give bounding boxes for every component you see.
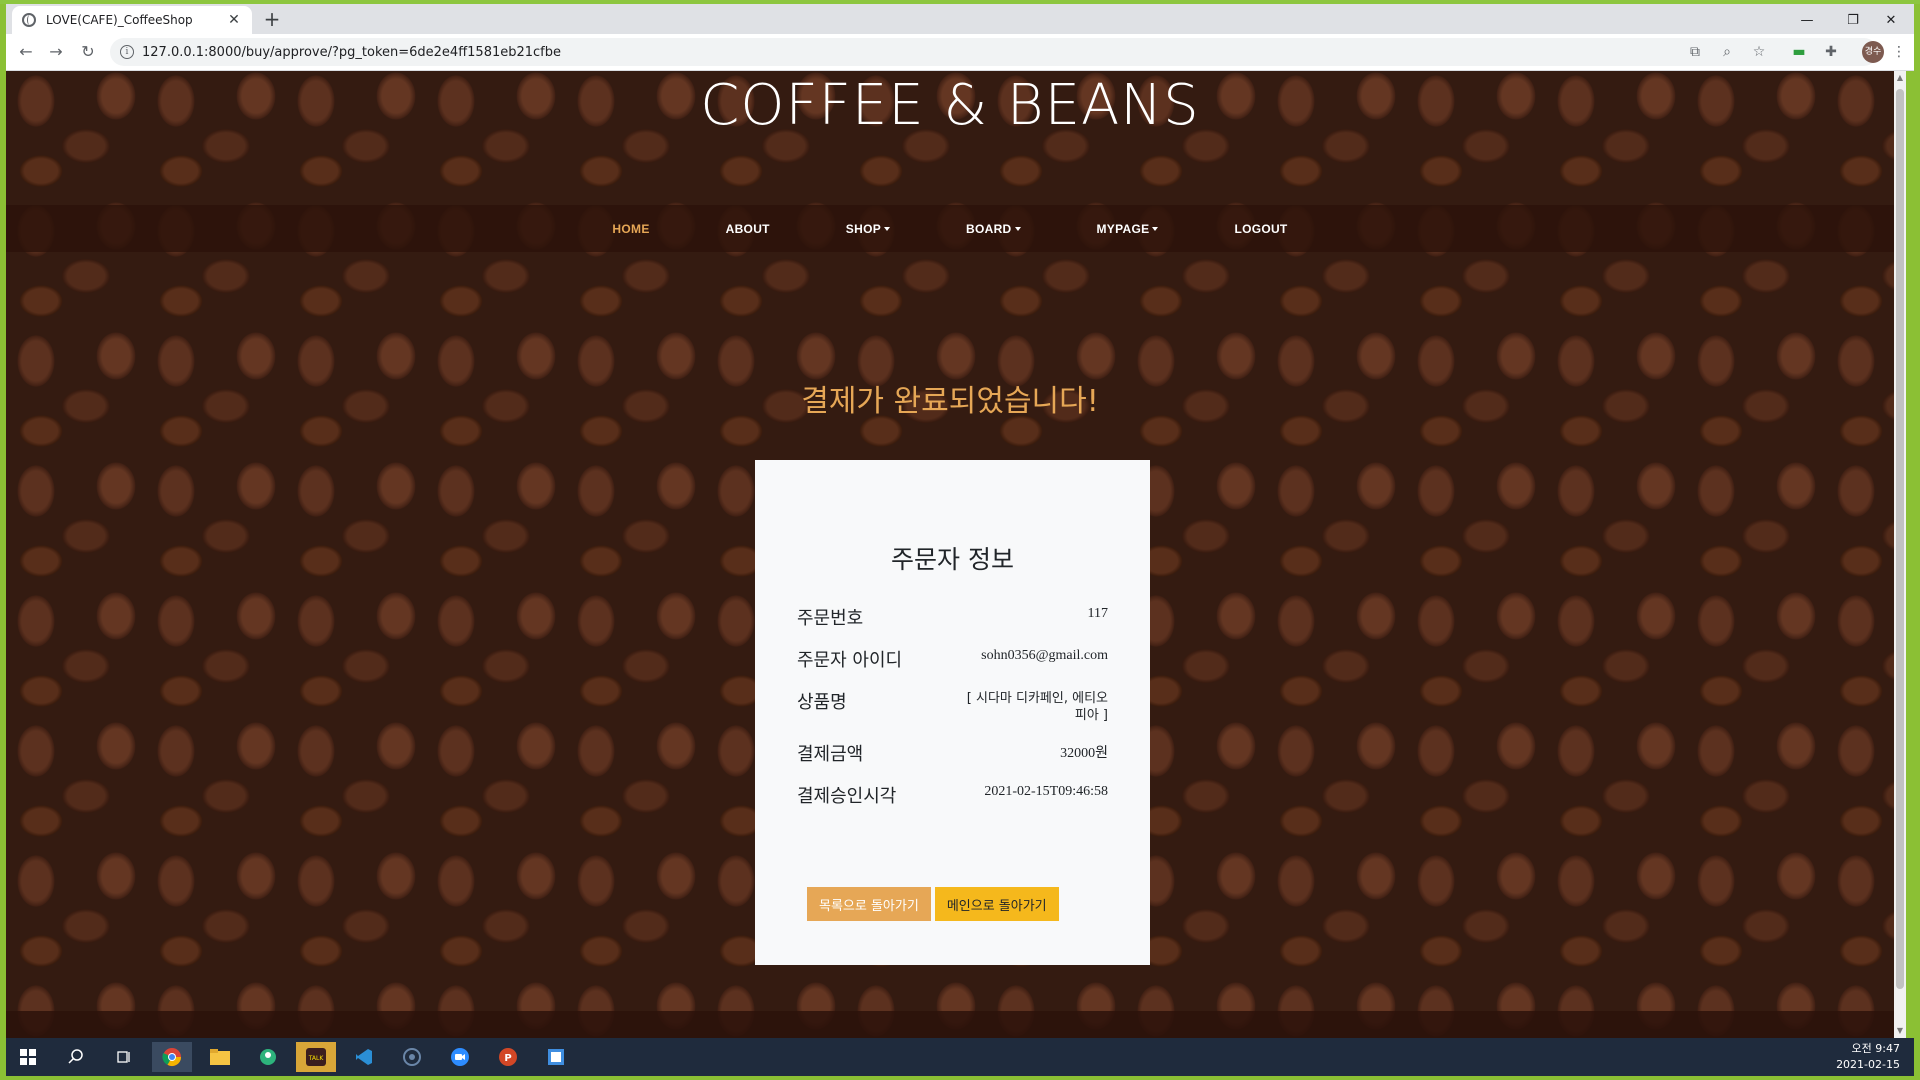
forward-arrow-icon[interactable]: → (44, 40, 68, 64)
maps-app-icon[interactable] (248, 1042, 288, 1072)
payment-amount-row: 결제금액 32000원 (797, 740, 1108, 766)
row-value: [ 시다마 디카페인, 에티오피아 ] (966, 691, 1108, 723)
row-label: 결제금액 (797, 744, 864, 765)
db-tool-icon[interactable] (392, 1042, 432, 1072)
nav-mypage[interactable]: MYPAGE (1097, 222, 1159, 236)
browser-tab[interactable]: LOVE(CAFE)_CoffeeShop ✕ (12, 6, 252, 34)
reload-icon[interactable]: ↻ (76, 40, 100, 64)
windows-taskbar: TALK P 오전 9:47 2021-02-15 (6, 1038, 1914, 1076)
nav-home[interactable]: HOME (612, 222, 649, 236)
nav-logout[interactable]: LOGOUT (1234, 222, 1287, 236)
globe-icon (22, 13, 36, 27)
bookmark-star-icon[interactable]: ☆ (1750, 43, 1768, 61)
browser-toolbar: ← → ↻ i 127.0.0.1:8000/buy/approve/?pg_t… (6, 34, 1914, 71)
back-to-list-button[interactable]: 목록으로 돌아가기 (807, 887, 931, 921)
product-name-row: 상품명 [ 시다마 디카페인, 에티오피아 ] (797, 688, 1108, 724)
tab-bar: LOVE(CAFE)_CoffeeShop ✕ + — ❐ ✕ (6, 4, 1914, 34)
site-nav: HOME ABOUT SHOP BOARD MYPAGE LOGOUT (6, 205, 1894, 252)
card-title: 주문자 정보 (891, 545, 1014, 574)
vscode-icon[interactable] (344, 1042, 384, 1072)
scroll-down-icon[interactable]: ▼ (1894, 1024, 1906, 1038)
row-value: 117 (1087, 606, 1108, 621)
svg-text:P: P (504, 1053, 511, 1064)
windows-start-icon[interactable] (8, 1042, 48, 1072)
file-explorer-icon[interactable] (200, 1042, 240, 1072)
address-bar[interactable]: i 127.0.0.1:8000/buy/approve/?pg_token=6… (110, 38, 1878, 66)
search-icon[interactable] (56, 1042, 96, 1072)
nav-about[interactable]: ABOUT (726, 222, 770, 236)
tab-title: LOVE(CAFE)_CoffeeShop (46, 13, 193, 27)
card-buttons: 목록으로 돌아가기 메인으로 돌아가기 (807, 887, 1059, 921)
powerpoint-icon[interactable]: P (488, 1042, 528, 1072)
row-label: 결제승인시각 (797, 786, 897, 807)
order-number-row: 주문번호 117 (797, 604, 1108, 630)
zoom-app-icon[interactable] (440, 1042, 480, 1072)
caret-down-icon (1152, 227, 1159, 232)
row-label: 상품명 (797, 692, 847, 713)
chrome-icon[interactable] (152, 1042, 192, 1072)
back-arrow-icon[interactable]: ← (14, 40, 38, 64)
scrollbar[interactable]: ▲ ▼ (1894, 71, 1906, 1038)
extensions-puzzle-icon[interactable]: ✚ (1822, 43, 1840, 61)
tab-close-icon[interactable]: ✕ (226, 12, 242, 28)
row-value: 2021-02-15T09:46:58 (984, 784, 1108, 799)
info-icon[interactable]: i (120, 45, 134, 59)
caret-down-icon (884, 227, 891, 232)
menu-dots-icon[interactable]: ⋮ (1890, 43, 1908, 61)
kakaotalk-icon[interactable]: TALK (296, 1042, 336, 1072)
url-text: 127.0.0.1:8000/buy/approve/?pg_token=6de… (142, 44, 562, 60)
orderer-id-row: 주문자 아이디 sohn0356@gmail.com (797, 646, 1108, 672)
order-info-card: 주문자 정보 주문번호 117 주문자 아이디 sohn0356@gmail.c… (755, 460, 1150, 965)
nav-board-label: BOARD (966, 221, 1012, 236)
clock-time: 오전 9:47 (1851, 1042, 1900, 1055)
back-to-main-button[interactable]: 메인으로 돌아가기 (934, 887, 1059, 921)
nav-shop[interactable]: SHOP (845, 221, 891, 236)
nav-shop-label: SHOP (845, 221, 882, 236)
payment-complete-headline: 결제가 완료되었습니다! (801, 384, 1099, 419)
clock-date: 2021-02-15 (1836, 1058, 1900, 1071)
profile-avatar[interactable]: 경수 (1862, 41, 1884, 63)
translate-icon[interactable]: ⧉ (1686, 43, 1704, 61)
minimize-button[interactable]: — (1784, 8, 1830, 34)
zoom-icon[interactable]: ⌕ (1718, 43, 1736, 61)
svg-text:TALK: TALK (308, 1055, 325, 1062)
new-tab-button[interactable]: + (260, 8, 284, 30)
close-window-button[interactable]: ✕ (1868, 8, 1914, 34)
extension-badge-icon[interactable]: ▬ (1790, 43, 1808, 61)
notes-app-icon[interactable] (536, 1042, 576, 1072)
system-clock[interactable]: 오전 9:47 2021-02-15 (1836, 1041, 1900, 1073)
row-label: 주문번호 (797, 608, 864, 629)
scroll-up-icon[interactable]: ▲ (1894, 71, 1906, 85)
scroll-thumb[interactable] (1896, 89, 1904, 989)
task-view-icon[interactable] (104, 1042, 144, 1072)
row-label: 주문자 아이디 (797, 650, 903, 671)
caret-down-icon (1014, 227, 1021, 232)
page-viewport: COFFEE & BEANS HOME ABOUT SHOP BOARD MYP… (6, 71, 1906, 1038)
approval-time-row: 결제승인시각 2021-02-15T09:46:58 (797, 782, 1108, 808)
footer-band (6, 1011, 1894, 1038)
row-value: sohn0356@gmail.com (981, 648, 1108, 663)
site-title: COFFEE & BEANS (700, 73, 1200, 138)
row-value: 32000원 (1060, 746, 1108, 761)
nav-mypage-label: MYPAGE (1096, 221, 1150, 236)
nav-board[interactable]: BOARD (966, 222, 1021, 236)
